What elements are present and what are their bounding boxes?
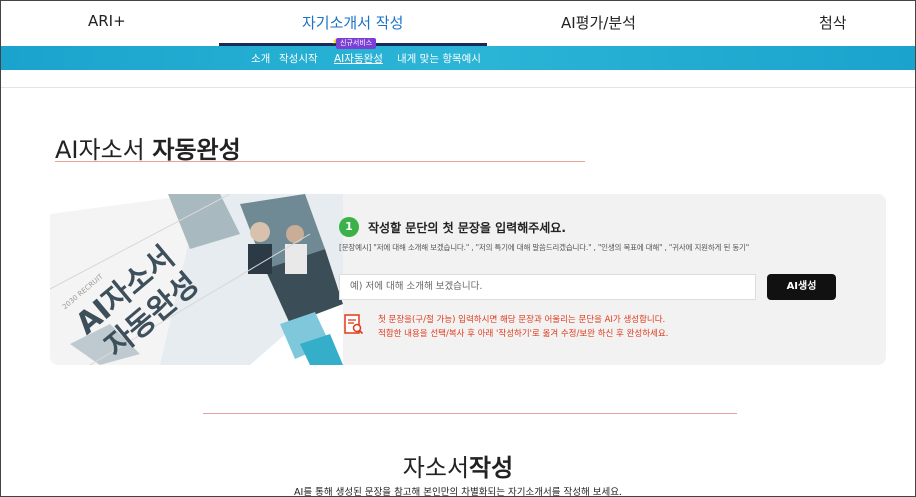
promo-banner: 2030 RECRUIT AI자소서 자동완성 — [50, 194, 343, 365]
banner-illustration: 2030 RECRUIT AI자소서 자동완성 — [50, 194, 343, 365]
section-title-bold: 작성 — [469, 454, 514, 482]
new-service-badge: 신규서비스 — [336, 38, 377, 49]
title-divider — [55, 161, 585, 162]
top-nav: ARI+ 자기소개서 작성 AI평가/분석 첨삭 — [1, 1, 915, 46]
autocomplete-card: 2030 RECRUIT AI자소서 자동완성 1 작성할 문단의 첫 문장을 … — [50, 194, 886, 365]
first-sentence-input[interactable]: 예) 저에 대해 소개해 보겠습니다. — [339, 274, 756, 300]
step-number-badge: 1 — [339, 217, 359, 237]
page-title: AI자소서 자동완성 — [55, 130, 241, 165]
example-sentences: [문장예시] "저에 대해 소개해 보겠습니다." , "저의 특기에 대해 말… — [339, 243, 749, 252]
step-title: 작성할 문단의 첫 문장을 입력해주세요. — [368, 221, 566, 235]
subnav-item-start[interactable]: 작성시작 — [279, 51, 318, 66]
section-description: AI를 통해 생성된 문장을 참고해 본인만의 차별화되는 자기소개서를 작성해… — [294, 487, 622, 497]
subnav-item-intro[interactable]: 소개 — [251, 51, 270, 66]
usage-note: 첫 문장을(구/절 가능) 입력하시면 해당 문장과 어울리는 문단을 AI가 … — [378, 313, 668, 341]
subnav-item-ai-autocomplete[interactable]: AI자동완성 — [334, 51, 383, 66]
sub-nav: 소개 작성시작 AI자동완성 내게 맞는 항목예시 ★ 신규서비스 — [1, 37, 915, 70]
nav-item-ai-evaluation[interactable]: AI평가/분석 — [561, 12, 636, 33]
nav-item-correction[interactable]: 첨삭 — [819, 12, 847, 33]
page-title-bold: 자동완성 — [152, 136, 241, 164]
subnav-item-examples[interactable]: 내게 맞는 항목예시 — [397, 51, 481, 66]
usage-note-line1: 첫 문장을(구/절 가능) 입력하시면 해당 문장과 어울리는 문단을 AI가 … — [378, 315, 666, 325]
divider — [1, 87, 915, 88]
section-divider — [203, 413, 737, 414]
usage-note-line2: 적합한 내용을 선택/복사 후 아래 '작성하기'로 옮겨 수정/보완 하신 후… — [378, 329, 669, 339]
section-title: 자소서작성 — [1, 448, 915, 483]
ai-generate-button[interactable]: AI생성 — [767, 274, 836, 300]
section-title-light: 자소서 — [402, 454, 470, 482]
document-search-icon — [344, 314, 364, 335]
page-title-light: AI자소서 — [55, 136, 153, 164]
nav-item-write-resume[interactable]: 자기소개서 작성 — [302, 12, 403, 33]
nav-item-ari-plus[interactable]: ARI+ — [88, 12, 126, 30]
